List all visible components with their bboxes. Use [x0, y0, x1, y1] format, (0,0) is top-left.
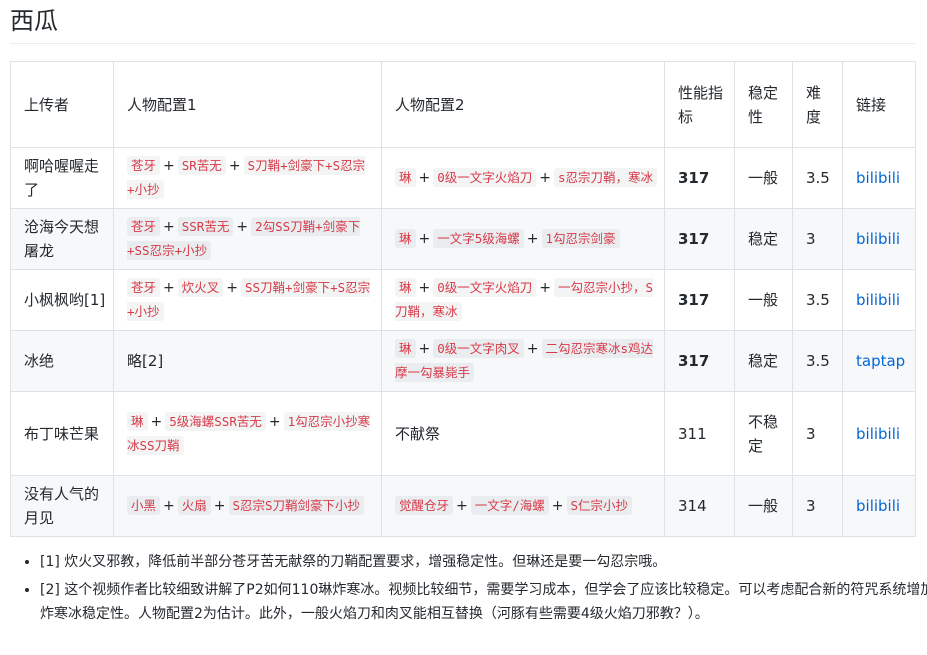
header-difficulty: 难度	[792, 61, 843, 148]
performance-cell: 317	[664, 269, 735, 331]
header-link: 链接	[842, 61, 916, 148]
link-cell: bilibili	[842, 208, 916, 270]
uploader-cell: 沧海今天想屠龙	[10, 208, 114, 270]
config-tag: 琳	[395, 278, 416, 297]
table-row: 沧海今天想屠龙 苍牙 + SSR苦无 +2勾SS刀鞘+剑豪下+SS忍宗+小抄 琳 + 一文…	[10, 208, 916, 270]
uploader-cell: 啊哈喔喔走了	[10, 147, 114, 209]
stability-cell: 一般	[734, 269, 793, 331]
link-cell: bilibili	[842, 269, 916, 331]
header-performance: 性能指标	[664, 61, 735, 148]
config-tag: 5级海螺SSR苦无	[165, 411, 266, 431]
config2-cell: 琳 + 一文字5级海螺 +1勾忍宗剑豪	[381, 208, 665, 270]
video-link[interactable]: bilibili	[856, 291, 900, 309]
performance-cell: 314	[664, 475, 735, 537]
config-tag: 小黑	[127, 496, 161, 515]
config-tag: SSR苦无	[177, 217, 234, 236]
uploader-cell: 小枫枫哟[1]	[10, 269, 114, 331]
config-tag: 0级一文字肉叉	[433, 339, 524, 358]
table-header-row: 上传者 人物配置1 人物配置2 性能指标 稳定性 难度 链接	[10, 61, 916, 148]
config1-cell: 苍牙 + SR苦无 + S刀鞘+剑豪下+S忍宗+小抄	[113, 147, 382, 209]
page-title: 西瓜	[10, 7, 58, 35]
config2-cell: 琳 +0级一文字火焰刀 + 一勾忍宗小抄，S刀鞘，寒冰	[381, 269, 665, 331]
table-row: 冰绝 略[2] 琳 +0级一文字肉叉 + 二勾忍宗寒冰s鸡达摩一勾暴毙手 317 稳定…	[10, 330, 916, 392]
difficulty-cell: 3.5	[792, 330, 843, 392]
performance-cell: 317	[664, 208, 735, 270]
config-tag: SR苦无	[177, 156, 226, 175]
video-link[interactable]: taptap	[856, 352, 905, 370]
stability-cell: 稳定	[734, 208, 793, 270]
uploader-cell: 布丁味芒果	[10, 391, 114, 476]
performance-cell: 311	[664, 391, 735, 476]
footnotes-list: [1] 炊火叉邪教，降低前半部分苍牙苦无献祭的刀鞘配置要求，增强稳定性。但琳还是…	[10, 550, 927, 630]
performance-cell: 317	[664, 330, 735, 392]
difficulty-cell: 3	[792, 208, 843, 270]
difficulty-cell: 3	[792, 391, 843, 476]
config-tag: 琳	[395, 339, 416, 358]
config-tag: 一文字/海螺	[470, 496, 549, 515]
config-tag: 琳	[395, 168, 416, 187]
config-tag: 0级一文字火焰刀	[433, 278, 537, 297]
config1-cell: 小黑 + 火扇 + S忍宗S刀鞘剑豪下小抄	[113, 475, 382, 537]
link-cell: bilibili	[842, 147, 916, 209]
config-tag: 琳	[127, 411, 148, 431]
stability-cell: 一般	[734, 475, 793, 537]
table-row: 小枫枫哟[1] 苍牙 + 炊火叉 + SS刀鞘+剑豪下+S忍宗+小抄 琳 +0级一文字火焰…	[10, 269, 916, 331]
config1-cell: 琳 +5级海螺SSR苦无 +1勾忍宗小抄寒冰SS刀鞘	[113, 391, 382, 476]
difficulty-cell: 3.5	[792, 269, 843, 331]
config-tag: S忍宗S刀鞘剑豪下小抄	[228, 496, 365, 515]
stability-cell: 一般	[734, 147, 793, 209]
config2-cell: 琳 +0级一文字肉叉 + 二勾忍宗寒冰s鸡达摩一勾暴毙手	[381, 330, 665, 392]
footnote-item: [2] 这个视频作者比较细致讲解了P2如何110琳炸寒冰。视频比较细节，需要学习…	[40, 578, 927, 626]
video-link[interactable]: bilibili	[856, 230, 900, 248]
header-uploader: 上传者	[10, 61, 114, 148]
config-tag: s忍宗刀鞘，寒冰	[554, 168, 658, 187]
stability-cell: 不稳定	[734, 391, 793, 476]
config-tag: S仁宗小抄	[566, 496, 633, 515]
config-tag: 火扇	[177, 496, 211, 515]
video-link[interactable]: bilibili	[856, 169, 900, 187]
table-row: 布丁味芒果 琳 +5级海螺SSR苦无 +1勾忍宗小抄寒冰SS刀鞘 不献祭 311 不…	[10, 391, 916, 476]
config1-cell: 苍牙 + 炊火叉 + SS刀鞘+剑豪下+S忍宗+小抄	[113, 269, 382, 331]
config1-cell: 苍牙 + SSR苦无 +2勾SS刀鞘+剑豪下+SS忍宗+小抄	[113, 208, 382, 270]
uploader-cell: 没有人气的月见	[10, 475, 114, 537]
video-link[interactable]: bilibili	[856, 497, 900, 515]
config2-cell: 觉醒仓牙 + 一文字/海螺 + S仁宗小抄	[381, 475, 665, 537]
config-tag: 0级一文字火焰刀	[433, 168, 537, 187]
stability-cell: 稳定	[734, 330, 793, 392]
config2-cell: 不献祭	[381, 391, 665, 476]
difficulty-cell: 3.5	[792, 147, 843, 209]
config1-cell: 略[2]	[113, 330, 382, 392]
performance-cell: 317	[664, 147, 735, 209]
table-row: 啊哈喔喔走了 苍牙 + SR苦无 + S刀鞘+剑豪下+S忍宗+小抄 琳 +0级一文字火焰刀…	[10, 147, 916, 209]
footnote-item: [1] 炊火叉邪教，降低前半部分苍牙苦无献祭的刀鞘配置要求，增强稳定性。但琳还是…	[40, 550, 927, 574]
config-tag: 一文字5级海螺	[433, 229, 524, 248]
config-tag: 炊火叉	[177, 278, 224, 297]
link-cell: bilibili	[842, 391, 916, 476]
config-tag: 琳	[395, 229, 416, 248]
config-tag: 苍牙	[127, 278, 161, 297]
difficulty-cell: 3	[792, 475, 843, 537]
config-tag: 苍牙	[127, 217, 161, 236]
header-config2: 人物配置2	[381, 61, 665, 148]
config-tag: 苍牙	[127, 156, 161, 175]
table-row: 没有人气的月见 小黑 + 火扇 + S忍宗S刀鞘剑豪下小抄 觉醒仓牙 + 一文字/海螺 + S仁…	[10, 475, 916, 537]
config-tag: 觉醒仓牙	[395, 496, 454, 515]
title-divider	[10, 43, 915, 44]
uploader-cell: 冰绝	[10, 330, 114, 392]
link-cell: taptap	[842, 330, 916, 392]
character-config-table: 上传者 人物配置1 人物配置2 性能指标 稳定性 难度 链接 啊哈喔喔走了 苍牙…	[10, 61, 916, 537]
link-cell: bilibili	[842, 475, 916, 537]
video-link[interactable]: bilibili	[856, 425, 900, 443]
config-tag: 1勾忍宗剑豪	[541, 229, 620, 248]
header-config1: 人物配置1	[113, 61, 382, 148]
config2-cell: 琳 +0级一文字火焰刀 + s忍宗刀鞘，寒冰	[381, 147, 665, 209]
header-stability: 稳定性	[734, 61, 793, 148]
